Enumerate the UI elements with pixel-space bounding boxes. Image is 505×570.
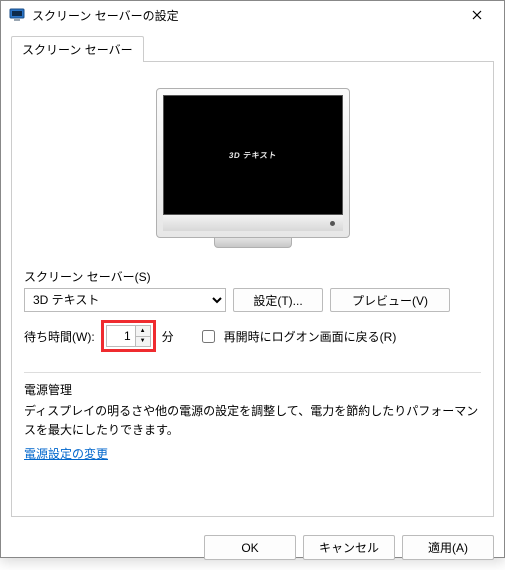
wait-label: 待ち時間(W): bbox=[24, 328, 95, 345]
settings-button[interactable]: 設定(T)... bbox=[233, 288, 323, 312]
preview-text: 3D テキスト bbox=[228, 150, 277, 161]
apply-button[interactable]: 適用(A) bbox=[402, 535, 494, 560]
tab-screensaver[interactable]: スクリーン セーバー bbox=[11, 36, 144, 62]
tab-panel: 3D テキスト スクリーン セーバー(S) 3D テキスト 設定(T)... プ… bbox=[11, 61, 494, 517]
wait-highlight: ▲ ▼ bbox=[101, 320, 156, 352]
resume-logon-label: 再開時にログオン画面に戻る(R) bbox=[224, 328, 397, 345]
preview-area: 3D テキスト bbox=[24, 88, 481, 248]
resume-logon-checkbox[interactable] bbox=[202, 330, 215, 343]
wait-unit: 分 bbox=[162, 328, 174, 345]
wait-spin-up[interactable]: ▲ bbox=[136, 326, 150, 336]
dialog-body: スクリーン セーバー 3D テキスト スクリーン セーバー(S) bbox=[1, 29, 504, 527]
titlebar: スクリーン セーバーの設定 bbox=[1, 1, 504, 29]
preview-monitor: 3D テキスト bbox=[156, 88, 350, 248]
preview-button[interactable]: プレビュー(V) bbox=[330, 288, 450, 312]
divider bbox=[24, 372, 481, 373]
wait-spin-down[interactable]: ▼ bbox=[136, 336, 150, 346]
ok-button[interactable]: OK bbox=[204, 535, 296, 560]
power-description: ディスプレイの明るさや他の電源の設定を調整して、電力を節約したりパフォーマンスを… bbox=[24, 402, 481, 439]
app-icon bbox=[9, 7, 25, 23]
preview-screen: 3D テキスト bbox=[163, 95, 343, 215]
screensaver-select[interactable]: 3D テキスト bbox=[24, 288, 226, 312]
wait-input[interactable] bbox=[107, 326, 135, 346]
power-settings-link[interactable]: 電源設定の変更 bbox=[24, 447, 108, 461]
tab-strip: スクリーン セーバー bbox=[11, 35, 494, 61]
window-title: スクリーン セーバーの設定 bbox=[32, 7, 456, 24]
cancel-button[interactable]: キャンセル bbox=[303, 535, 395, 560]
screensaver-settings-window: スクリーン セーバーの設定 スクリーン セーバー 3D テキスト bbox=[0, 0, 505, 558]
dialog-footer: OK キャンセル 適用(A) bbox=[1, 527, 504, 570]
power-heading: 電源管理 bbox=[24, 381, 481, 398]
power-led-icon bbox=[330, 221, 335, 226]
close-button[interactable] bbox=[456, 1, 498, 29]
close-icon bbox=[472, 10, 482, 20]
screensaver-group-label: スクリーン セーバー(S) bbox=[24, 268, 481, 285]
wait-spinner[interactable]: ▲ ▼ bbox=[106, 325, 151, 347]
